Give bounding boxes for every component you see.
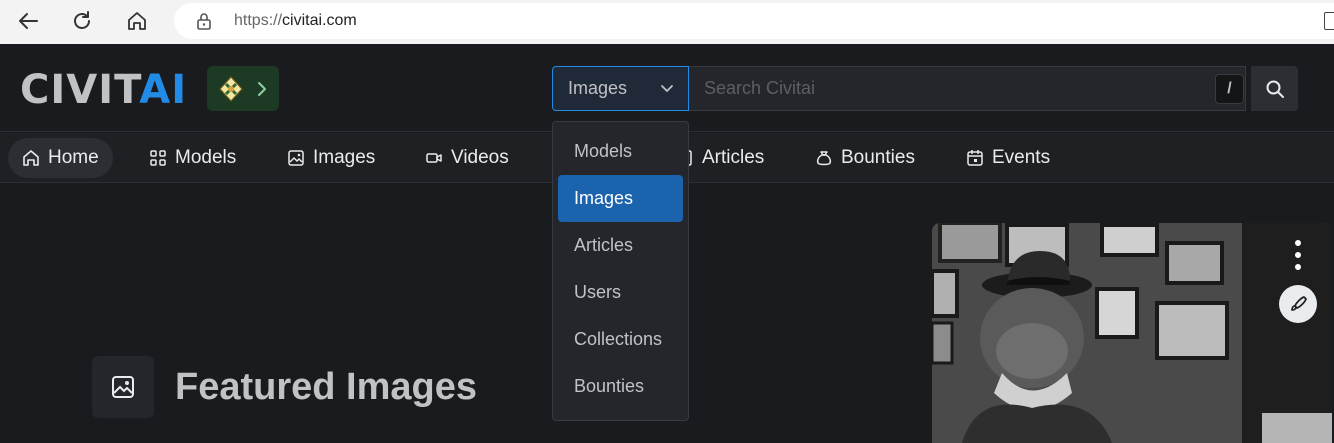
photo-options-button[interactable] bbox=[1292, 240, 1304, 270]
badge-emblem-icon bbox=[219, 75, 243, 102]
chevron-down-icon bbox=[661, 85, 673, 92]
remix-button[interactable] bbox=[1279, 285, 1317, 323]
search-type-select[interactable]: Images bbox=[552, 66, 689, 111]
search-button[interactable] bbox=[1251, 66, 1298, 111]
featured-images-icon-box bbox=[92, 356, 154, 418]
dropdown-option-articles[interactable]: Articles bbox=[558, 222, 683, 269]
civitai-logo[interactable]: CIVITAI bbox=[20, 70, 187, 110]
dropdown-option-users[interactable]: Users bbox=[558, 269, 683, 316]
dropdown-option-models[interactable]: Models bbox=[558, 128, 683, 175]
dropdown-option-bounties[interactable]: Bounties bbox=[558, 363, 683, 410]
home-icon bbox=[23, 150, 39, 166]
nav-item-models[interactable]: Models bbox=[135, 138, 250, 178]
featured-photo[interactable] bbox=[932, 223, 1332, 443]
moneybag-icon bbox=[816, 151, 832, 166]
search-type-value: Images bbox=[568, 78, 628, 98]
home-button[interactable] bbox=[120, 6, 154, 36]
brush-icon bbox=[1291, 296, 1307, 311]
search-placeholder: Search Civitai bbox=[704, 78, 816, 98]
nav-item-bounties[interactable]: Bounties bbox=[801, 138, 929, 178]
back-button[interactable] bbox=[11, 6, 45, 36]
dot bbox=[1295, 252, 1301, 258]
browser-home-icon bbox=[128, 12, 146, 30]
search-type-dropdown: Models Images Articles Users Collections… bbox=[552, 121, 689, 421]
image-icon bbox=[288, 150, 304, 166]
search-input[interactable]: Search Civitai bbox=[689, 66, 1246, 111]
image-icon bbox=[112, 376, 134, 398]
nav-item-events[interactable]: Events bbox=[952, 138, 1064, 178]
logo-badge-button[interactable] bbox=[207, 66, 279, 111]
video-icon bbox=[426, 153, 442, 163]
search-shortcut-key: / bbox=[1215, 74, 1244, 104]
site-header: CIVITAI Images Search Civitai / bbox=[0, 44, 1334, 132]
dropdown-option-collections[interactable]: Collections bbox=[558, 316, 683, 363]
dropdown-option-images[interactable]: Images bbox=[558, 175, 683, 222]
grid-icon bbox=[150, 150, 166, 166]
search-icon bbox=[1266, 80, 1284, 98]
address-bar[interactable]: https://civitai.com bbox=[174, 3, 1334, 39]
nav-item-videos[interactable]: Videos bbox=[411, 138, 523, 178]
dot bbox=[1295, 240, 1301, 246]
url-text: https://civitai.com bbox=[234, 12, 357, 29]
nav-item-home[interactable]: Home bbox=[8, 138, 113, 178]
dot bbox=[1295, 264, 1301, 270]
nav-item-images[interactable]: Images bbox=[273, 138, 389, 178]
lock-icon bbox=[197, 13, 211, 30]
section-title: Featured Images bbox=[175, 366, 477, 408]
reload-button[interactable] bbox=[65, 6, 99, 36]
reader-view-icon[interactable] bbox=[1324, 12, 1334, 30]
browser-toolbar: https://civitai.com bbox=[0, 0, 1334, 44]
back-arrow-icon bbox=[19, 13, 38, 29]
calendar-icon bbox=[967, 150, 983, 166]
chevron-right-icon bbox=[258, 81, 266, 96]
reload-icon bbox=[74, 11, 90, 29]
featured-photo-illustration bbox=[932, 223, 1332, 443]
